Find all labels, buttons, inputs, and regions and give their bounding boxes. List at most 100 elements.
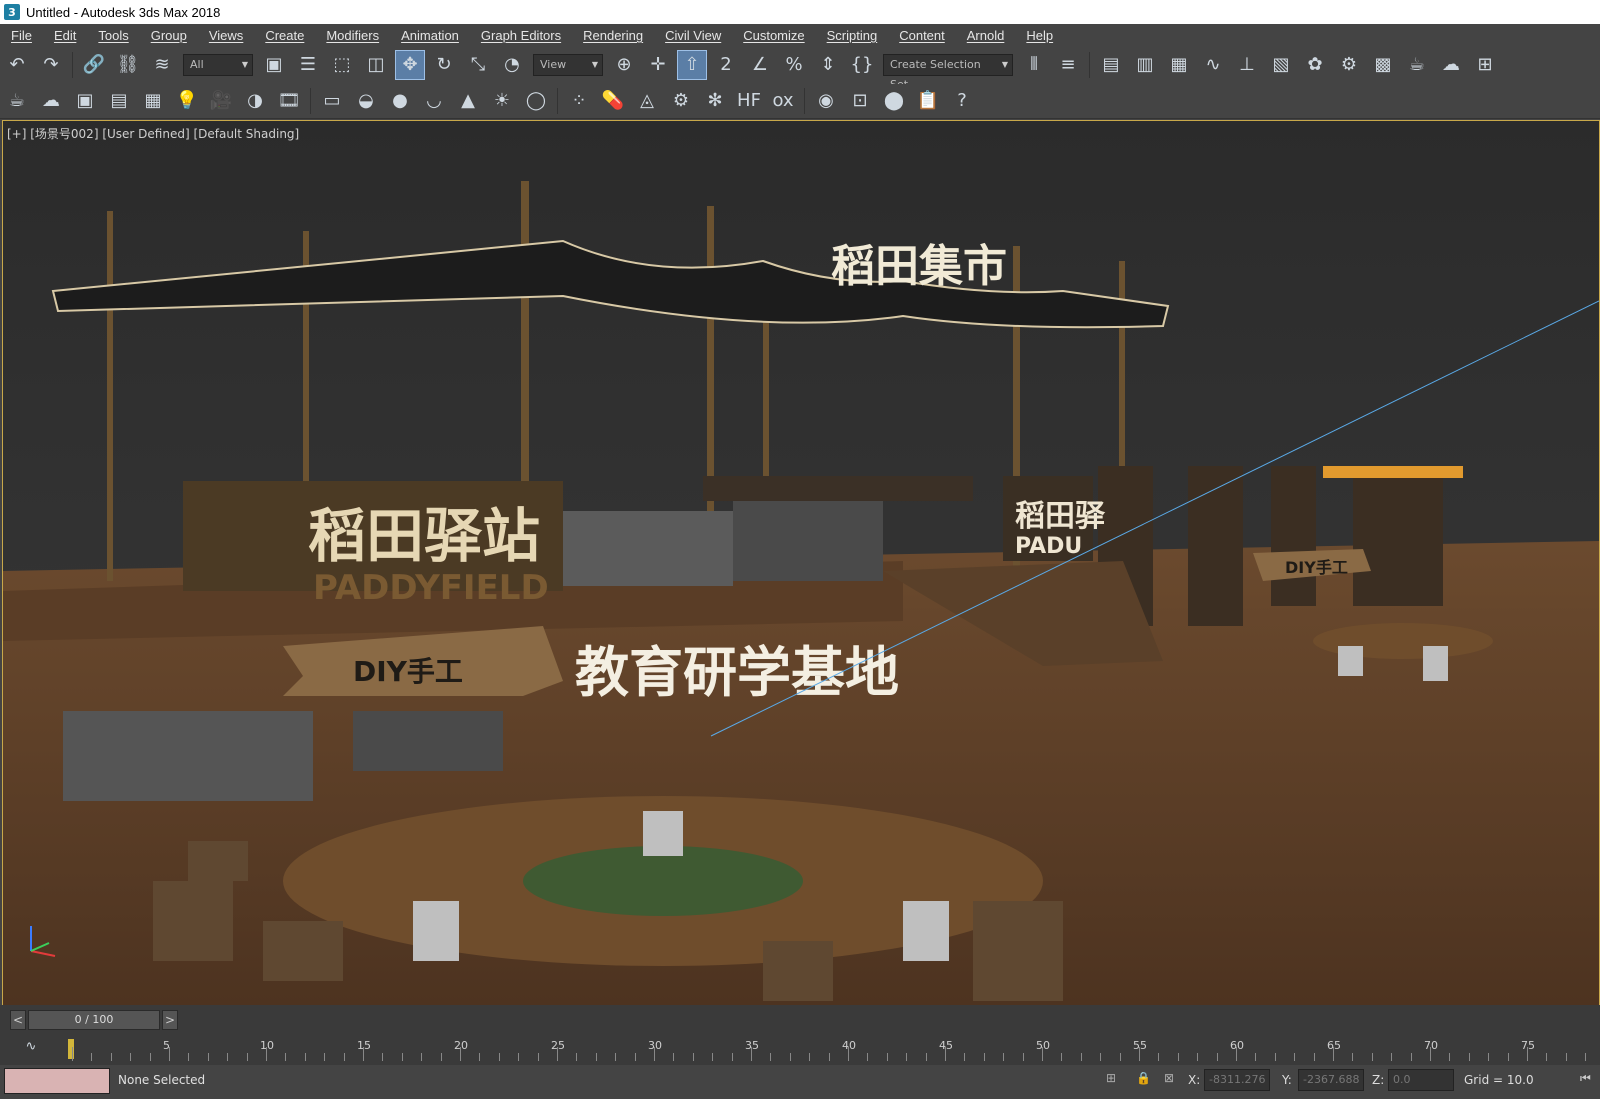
align-icon[interactable]: ≡ — [1054, 51, 1082, 79]
time-slider[interactable]: 0 / 100 — [28, 1010, 160, 1030]
moon-icon[interactable]: ◯ — [522, 87, 550, 115]
pivot-center-icon[interactable]: ⊕ — [610, 51, 638, 79]
bind-spacewarp-icon[interactable]: ≋ — [148, 51, 176, 79]
scene-explorer-icon[interactable]: ▤ — [1097, 51, 1125, 79]
maxscript-listener[interactable] — [4, 1068, 110, 1094]
viewport-label[interactable]: [+] [场景号002] [User Defined] [Default Sha… — [7, 125, 299, 142]
hair-fur-icon[interactable]: HF — [735, 87, 763, 115]
render-cloud-icon[interactable]: ☁ — [1437, 51, 1465, 79]
material-ball-icon[interactable]: ⬤ — [880, 87, 908, 115]
menu-customize[interactable]: Customize — [732, 24, 815, 48]
camera-icon[interactable]: 🎥 — [207, 87, 235, 115]
dome-icon[interactable]: ◒ — [352, 87, 380, 115]
curve-editor-icon[interactable]: ∿ — [1199, 51, 1227, 79]
angle-snap-icon[interactable]: ∠ — [746, 51, 774, 79]
clipboard-icon[interactable]: 📋 — [914, 87, 942, 115]
isolate-icon[interactable]: ⊞ — [1106, 1071, 1116, 1085]
timeline-tick — [1022, 1053, 1024, 1061]
menu-modifiers[interactable]: Modifiers — [315, 24, 390, 48]
select-scale-icon[interactable]: ⤡ — [464, 51, 492, 79]
toolbar-overflow-icon[interactable]: ⊞ — [1471, 51, 1499, 79]
sun-icon[interactable]: ☀ — [488, 87, 516, 115]
menu-edit[interactable]: Edit — [43, 24, 87, 48]
select-rotate-icon[interactable]: ↻ — [430, 51, 458, 79]
place-icon[interactable]: ◔ — [498, 51, 526, 79]
menu-create[interactable]: Create — [254, 24, 315, 48]
material-editor-icon[interactable]: ✿ — [1301, 51, 1329, 79]
cloud-icon[interactable]: ☁ — [37, 87, 65, 115]
film-reel-icon[interactable]: 🎞 — [275, 87, 303, 115]
perspective-viewport[interactable]: [+] [场景号002] [User Defined] [Default Sha… — [2, 120, 1600, 1006]
select-manipulate-icon[interactable]: ✛ — [644, 51, 672, 79]
light-bulb-icon[interactable]: 💡 — [173, 87, 201, 115]
menu-graph-editors[interactable]: Graph Editors — [470, 24, 572, 48]
menu-content[interactable]: Content — [888, 24, 956, 48]
menu-civil-view[interactable]: Civil View — [654, 24, 732, 48]
menu-group[interactable]: Group — [140, 24, 198, 48]
menu-views[interactable]: Views — [198, 24, 254, 48]
goto-start-icon[interactable]: ⏮ — [1580, 1071, 1591, 1086]
absolute-mode-icon[interactable]: ⊠ — [1164, 1071, 1174, 1085]
menu-animation[interactable]: Animation — [390, 24, 470, 48]
bowl-icon[interactable]: ◡ — [420, 87, 448, 115]
grass-icon[interactable]: ✻ — [701, 87, 729, 115]
select-by-name-icon[interactable]: ☰ — [294, 51, 322, 79]
window-crossing-icon[interactable]: ◫ — [362, 51, 390, 79]
gear-icon[interactable]: ⚙ — [667, 87, 695, 115]
menu-tools[interactable]: Tools — [87, 24, 139, 48]
help-icon[interactable]: ? — [948, 87, 976, 115]
z-coordinate-field[interactable]: 0.0 — [1388, 1069, 1454, 1091]
menu-file[interactable]: File — [0, 24, 43, 48]
next-frame-button[interactable]: > — [162, 1010, 178, 1030]
toggle-ribbon-icon[interactable]: ▦ — [1165, 51, 1193, 79]
edit-named-sets-icon[interactable]: {} — [848, 51, 876, 79]
sphere-icon[interactable]: ● — [386, 87, 414, 115]
schematic-view-icon[interactable]: ▧ — [1267, 51, 1295, 79]
menu-rendering[interactable]: Rendering — [572, 24, 654, 48]
mirror-icon[interactable]: ⫴ — [1020, 51, 1048, 79]
y-coordinate-field[interactable]: -2367.688 — [1298, 1069, 1364, 1091]
pyramid-icon[interactable]: ◬ — [633, 87, 661, 115]
selection-filter-dropdown[interactable]: All — [183, 54, 253, 76]
teapot-icon[interactable]: ☕ — [3, 87, 31, 115]
rect-selection-icon[interactable]: ⬚ — [328, 51, 356, 79]
cone-icon[interactable]: ▲ — [454, 87, 482, 115]
dope-sheet-icon[interactable]: ⊥ — [1233, 51, 1261, 79]
render-production-icon[interactable]: ☕ — [1403, 51, 1431, 79]
list-panel-icon[interactable]: ▤ — [105, 87, 133, 115]
redo-icon[interactable]: ↷ — [37, 51, 65, 79]
select-move-icon[interactable]: ✥ — [395, 50, 425, 80]
plane-icon[interactable]: ▭ — [318, 87, 346, 115]
sphere-half-icon[interactable]: ◑ — [241, 87, 269, 115]
x-coordinate-field[interactable]: -8311.276 — [1204, 1069, 1270, 1091]
menu-scripting[interactable]: Scripting — [816, 24, 889, 48]
menu-help[interactable]: Help — [1015, 24, 1064, 48]
ref-coord-dropdown[interactable]: View — [533, 54, 603, 76]
side-sub-sign: PADU — [1015, 534, 1082, 559]
image-icon[interactable]: ▣ — [71, 87, 99, 115]
pill-icon[interactable]: 💊 — [599, 87, 627, 115]
render-setup-icon[interactable]: ⚙ — [1335, 51, 1363, 79]
link-icon[interactable]: 🔗 — [80, 51, 108, 79]
undo-icon[interactable]: ↶ — [3, 51, 31, 79]
prev-frame-button[interactable]: < — [10, 1010, 26, 1030]
curve-editor-mini-icon[interactable]: ∿ — [19, 1035, 43, 1059]
track-bar[interactable]: ∿ 5 10 15 20 25 30 35 40 45 50 55 60 65 70 75 — [0, 1035, 1600, 1065]
rendered-frame-window-icon[interactable]: ▩ — [1369, 51, 1397, 79]
named-selection-dropdown[interactable]: Create Selection Set — [883, 54, 1013, 91]
select-object-icon[interactable]: ▣ — [260, 51, 288, 79]
keyboard-shortcut-icon[interactable]: ⇧ — [677, 50, 707, 80]
ox-icon[interactable]: ox — [769, 87, 797, 115]
unlink-icon[interactable]: ⛓ — [114, 51, 142, 79]
table-panel-icon[interactable]: ▦ — [139, 87, 167, 115]
menu-arnold[interactable]: Arnold — [956, 24, 1016, 48]
layer-explorer-icon[interactable]: ▥ — [1131, 51, 1159, 79]
globe-icon[interactable]: ◉ — [812, 87, 840, 115]
lock-icon[interactable]: 🔒 — [1136, 1071, 1151, 1085]
round-workbench — [283, 796, 1043, 966]
scatter-icon[interactable]: ⁘ — [565, 87, 593, 115]
snaps-toggle-icon[interactable]: 2 — [712, 51, 740, 79]
spinner-snap-icon[interactable]: ⇕ — [814, 51, 842, 79]
percent-snap-icon[interactable]: % — [780, 51, 808, 79]
render-region-icon[interactable]: ⊡ — [846, 87, 874, 115]
